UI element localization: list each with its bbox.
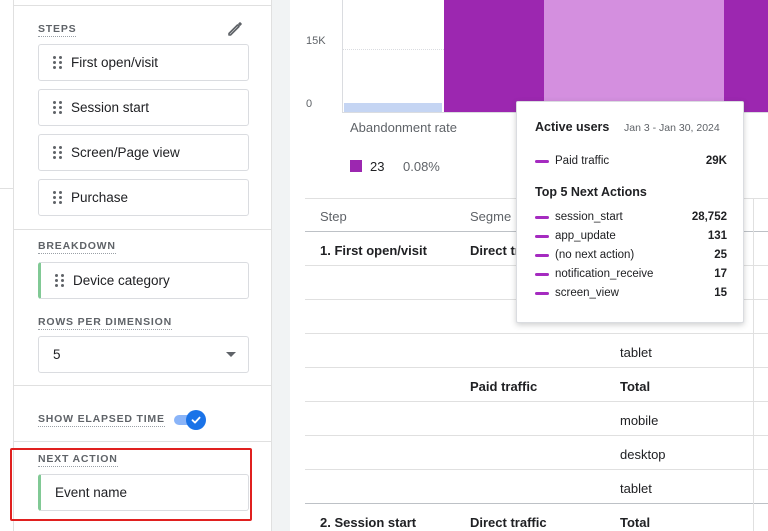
row-segment-paid: Paid traffic [470,379,538,394]
row-device-tablet: tablet [620,481,652,496]
abandon-count: 23 [370,159,385,174]
row-device-total: Total [620,515,651,530]
abandon-percent: 0.08% [403,159,440,174]
action-label: (no next action) [555,249,635,261]
rows-per-dimension-title: ROWS PER DIMENSION [38,316,172,330]
chart-tooltip: Active users Jan 3 - Jan 30, 2024 Paid t… [516,101,744,323]
funnel-bar-segment[interactable] [444,0,544,112]
tooltip-segment-value: 29K [705,155,727,167]
funnel-bar-segment-highlighted[interactable] [544,0,724,112]
y-tick-0: 0 [306,98,313,110]
row-device-tablet: tablet [620,345,652,360]
drag-handle-icon[interactable] [53,55,63,70]
action-label: screen_view [555,287,619,299]
legend-swatch [350,160,362,172]
step-chip-screen-page-view[interactable]: Screen/Page view [38,134,249,171]
tooltip-action-row: notification_receive 17 [535,266,727,282]
step-chip-session-start[interactable]: Session start [38,89,249,126]
chevron-down-icon [226,352,236,357]
drag-handle-icon[interactable] [53,100,63,115]
tooltip-action-row: screen_view 15 [535,285,727,301]
rows-per-dimension-select[interactable]: 5 [38,336,249,373]
step-label: Purchase [71,190,129,205]
next-action-highlight-box [10,448,252,521]
column-header-step[interactable]: Step [320,209,347,224]
drag-handle-icon[interactable] [53,145,63,160]
action-label: notification_receive [555,268,654,280]
action-value: 131 [707,230,727,242]
check-icon [186,410,206,430]
row-segment-direct: Direct traffic [470,515,547,530]
row-device-desktop: desktop [620,447,666,462]
chart-y-axis-line [342,0,343,112]
row-device-total: Total [620,379,651,394]
step-label: First open/visit [71,55,159,70]
drag-handle-icon[interactable] [53,190,63,205]
show-elapsed-time-title: SHOW ELAPSED TIME [38,413,165,427]
y-tick-15k: 15K [306,35,326,47]
rows-per-dimension-value: 5 [53,347,61,362]
edit-steps-pencil-icon[interactable] [226,20,244,38]
step-label: Screen/Page view [71,145,180,160]
row-device-mobile: mobile [620,413,659,428]
tooltip-action-row: (no next action) 25 [535,247,727,263]
action-label: app_update [555,230,616,242]
breakdown-chip-device-category[interactable]: Device category [38,262,249,299]
abandonment-rate-label: Abandonment rate [350,120,457,135]
action-value: 28,752 [691,211,727,223]
abandonment-bar[interactable] [344,103,442,112]
row-segment-direct: Direct tr [470,243,520,258]
tooltip-action-row: session_start 28,752 [535,209,727,225]
elapsed-time-toggle[interactable] [174,410,208,430]
action-value: 15 [714,287,727,299]
column-header-segment[interactable]: Segme [470,209,511,224]
table-column-divider [753,198,754,531]
action-value: 25 [714,249,727,261]
funnel-exploration-screen: STEPS First open/visit Session start Scr… [0,0,768,531]
funnel-bar-segment[interactable] [724,0,768,112]
row-step-2: 2. Session start [320,515,417,530]
tooltip-active-users-label: Active users [535,120,610,134]
drag-handle-icon[interactable] [55,273,65,288]
step-chip-first-open[interactable]: First open/visit [38,44,249,81]
tooltip-date-range: Jan 3 - Jan 30, 2024 [624,122,720,134]
step-chip-purchase[interactable]: Purchase [38,179,249,216]
action-value: 17 [714,268,727,280]
action-label: session_start [555,211,623,223]
steps-title: STEPS [38,23,77,37]
tooltip-segment-row: Paid traffic 29K [535,153,727,169]
tooltip-action-row: app_update 131 [535,228,727,244]
tooltip-segment-label: Paid traffic [555,155,610,167]
tooltip-next-actions-title: Top 5 Next Actions [535,185,647,199]
step-label: Session start [71,100,150,115]
series-swatch [535,159,549,163]
breakdown-label: Device category [73,273,170,288]
row-step-1: 1. First open/visit [320,243,427,258]
breakdown-title: BREAKDOWN [38,240,116,254]
